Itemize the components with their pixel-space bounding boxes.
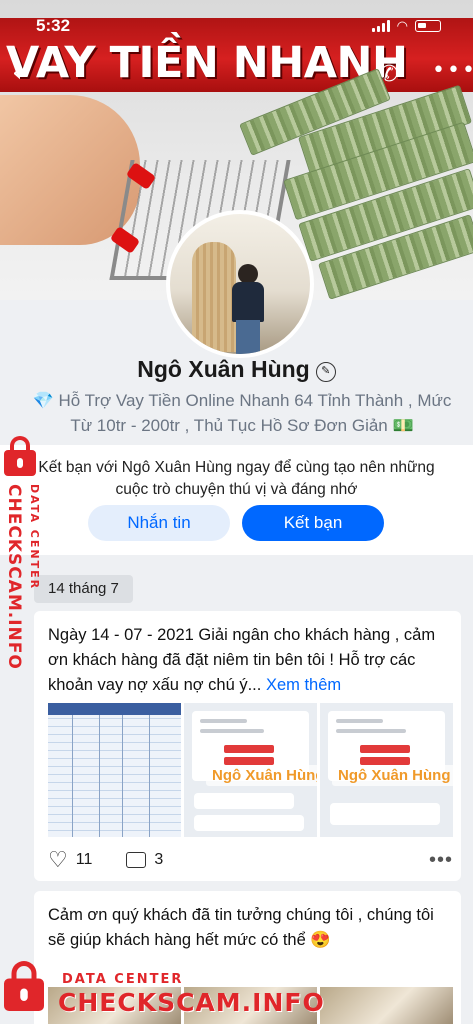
lock-icon	[4, 436, 36, 476]
post-photo[interactable]	[320, 987, 453, 1024]
photo-overlay-name: Ngô Xuân Hùng	[332, 765, 453, 786]
spreadsheet-col	[122, 715, 124, 837]
watermark-bottom-small: DATA CENTER	[62, 972, 184, 987]
spreadsheet-col	[149, 715, 151, 837]
post-photo-chat[interactable]: Ngô Xuân Hùng	[320, 703, 453, 837]
post-photo-spreadsheet[interactable]	[48, 703, 181, 837]
post-more-icon[interactable]: •••	[429, 849, 453, 872]
back-icon[interactable]: ‹	[12, 58, 22, 88]
status-icons: ◠	[371, 18, 441, 34]
see-more-link[interactable]: Xem thêm	[266, 676, 341, 694]
avatar-pillar	[192, 242, 236, 352]
chat-bubble	[330, 803, 440, 825]
status-time: 5:32	[36, 16, 71, 35]
spreadsheet-header	[48, 703, 181, 715]
photo-overlay-name: Ngô Xuân Hùng	[206, 765, 317, 786]
chat-bubble	[194, 793, 294, 809]
profile-name: Ngô Xuân Hùng	[137, 356, 310, 382]
profile-bio: 💎 Hỗ Trợ Vay Tiền Online Nhanh 64 Tỉnh T…	[22, 388, 462, 438]
post-card[interactable]: Ngày 14 - 07 - 2021 Giải ngân cho khách …	[34, 611, 461, 881]
wifi-icon: ◠	[396, 18, 408, 33]
post-text: Cảm ơn quý khách đã tin tưởng chúng tôi …	[48, 906, 434, 949]
add-friend-button[interactable]: Kết bạn	[242, 505, 384, 541]
chat-red-button	[224, 745, 274, 753]
avatar[interactable]	[166, 210, 314, 358]
date-chip: 14 tháng 7	[34, 575, 133, 603]
comment-count: 3	[154, 851, 164, 868]
lock-icon	[4, 961, 44, 1011]
bio-line1: Hỗ Trợ Vay Tiền Online Nhanh 64 Tỉnh Thà…	[58, 391, 452, 410]
more-icon[interactable]: •••	[432, 58, 473, 83]
chat-red-button	[360, 745, 410, 753]
watermark-vertical-big: CHECKSCAM.INFO	[4, 484, 24, 670]
diamond-icon: 💎	[32, 391, 54, 410]
chat-line	[336, 729, 407, 733]
comment-icon[interactable]	[126, 852, 147, 868]
phone-icon[interactable]: ✆	[380, 62, 398, 87]
spreadsheet-col	[98, 715, 100, 837]
post-photo-chat[interactable]: Ngô Xuân Hùng	[184, 703, 317, 837]
status-bar: 5:32 ◠	[0, 0, 473, 44]
profile-name-row: Ngô Xuân Hùng ✎	[0, 356, 473, 383]
chat-bubble	[194, 815, 304, 831]
spreadsheet-col	[71, 715, 73, 837]
add-friend-text: Kết bạn với Ngô Xuân Hùng ngay để cùng t…	[38, 459, 435, 498]
post-text-body: Ngày 14 - 07 - 2021 Giải ngân cho khách …	[48, 626, 436, 694]
watermark-bottom-big: CHECKSCAM.INFO	[58, 988, 325, 1017]
chat-line	[200, 729, 265, 733]
bio-line2: Từ 10tr - 200tr , Thủ Tục Hồ Sơ Đơn Giản	[70, 416, 388, 435]
money-icon: 💵	[392, 416, 414, 435]
message-button[interactable]: Nhắn tin	[88, 505, 230, 541]
avatar-person-head	[238, 264, 258, 284]
like-count: 11	[75, 851, 93, 868]
edit-icon[interactable]: ✎	[315, 362, 336, 382]
post-actions: ♡ 11 3 •••	[48, 847, 453, 873]
post-text: Ngày 14 - 07 - 2021 Giải ngân cho khách …	[48, 623, 453, 698]
heart-icon[interactable]: ♡	[48, 849, 68, 871]
chat-red-button	[224, 757, 274, 765]
avatar-person-legs	[236, 320, 260, 354]
feed: 14 tháng 7 Ngày 14 - 07 - 2021 Giải ngân…	[0, 555, 473, 1024]
watermark-vertical-small: DATA CENTER	[28, 484, 41, 591]
chat-line	[200, 719, 247, 723]
signal-icon	[371, 20, 390, 32]
chat-line	[336, 719, 383, 723]
add-friend-panel: Kết bạn với Ngô Xuân Hùng ngay để cùng t…	[0, 445, 473, 555]
chat-red-button	[360, 757, 410, 765]
avatar-person-body	[232, 282, 264, 322]
post-photos[interactable]: Ngô Xuân Hùng Ngô Xuân Hùng	[48, 703, 453, 837]
battery-icon	[415, 20, 441, 32]
